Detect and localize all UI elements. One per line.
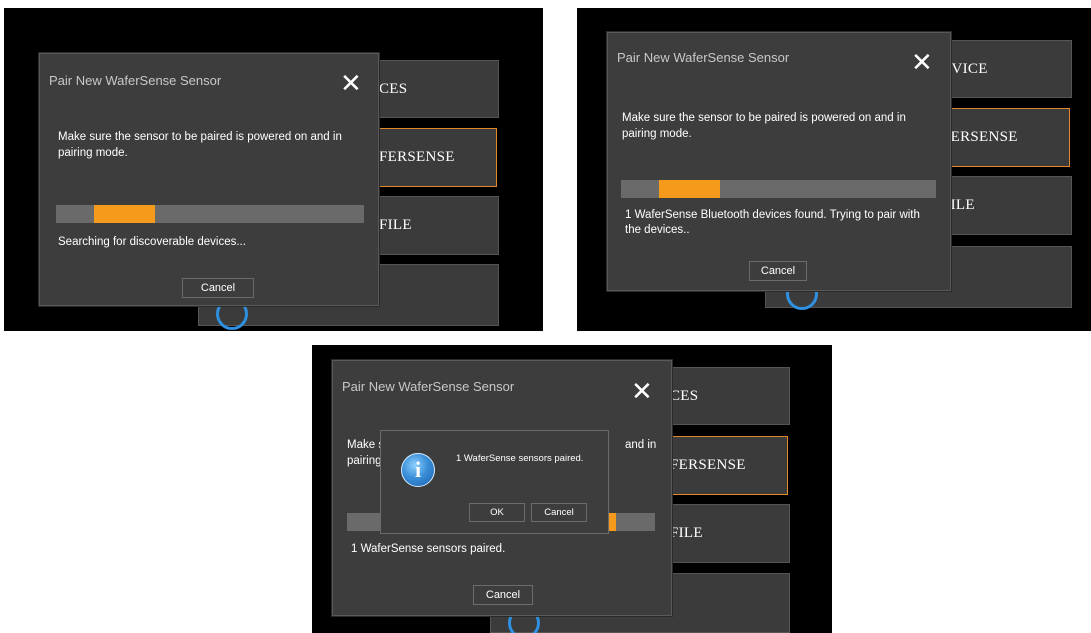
message-box-text: 1 WaferSense sensors paired.	[456, 453, 584, 464]
message-box-cancel-button[interactable]: Cancel	[531, 503, 587, 522]
ok-button[interactable]: OK	[469, 503, 525, 522]
dialog-message: Make sure the sensor to be paired is pow…	[622, 112, 906, 140]
dialog-message-line: pairing	[347, 455, 382, 467]
pairing-progress-bar	[56, 205, 364, 223]
dialog-status-text: Searching for discoverable devices...	[58, 236, 246, 248]
dialog-title: Pair New WaferSense Sensor	[342, 379, 515, 394]
dialog-status-text: 1 WaferSense sensors paired.	[351, 543, 506, 555]
dialog-status-text: 1 WaferSense Bluetooth devices found. Tr…	[625, 209, 920, 236]
dialog-message-right: and in	[625, 439, 657, 451]
background-menu-button-label: FILE	[670, 525, 703, 541]
screenshot-panel-paired: CES FERSENSE FILE Pair New WaferSense Se…	[312, 345, 832, 633]
background-menu-button-device[interactable]: EVICE	[935, 40, 1072, 98]
close-icon[interactable]: ✕	[911, 50, 933, 76]
background-menu-button-devices[interactable]: CES	[665, 367, 790, 425]
background-menu-button-wafersense[interactable]: FERSENSE	[665, 436, 788, 495]
background-menu-button-wafersense[interactable]: FERSENSE	[935, 108, 1070, 167]
background-menu-button-file[interactable]: FILE	[935, 176, 1072, 235]
background-menu-button-label: FERSENSE	[670, 457, 746, 473]
info-icon: i	[401, 453, 435, 487]
pairing-progress-fill	[659, 180, 720, 198]
close-icon[interactable]: ✕	[340, 71, 362, 97]
background-menu-button-label: FERSENSE	[942, 129, 1018, 145]
pair-sensor-dialog: Pair New WaferSense Sensor ✕ Make sure t…	[39, 53, 379, 306]
background-menu-button-label: CES	[379, 80, 408, 97]
dialog-title: Pair New WaferSense Sensor	[617, 50, 790, 65]
dialog-title: Pair New WaferSense Sensor	[49, 73, 222, 88]
pair-sensor-dialog: Pair New WaferSense Sensor ✕ Make sure t…	[607, 32, 951, 291]
background-menu-button-label: FERSENSE	[379, 149, 455, 165]
cancel-button[interactable]: Cancel	[182, 278, 254, 298]
background-menu-button-label: CES	[670, 387, 699, 404]
background-menu-button-wafersense[interactable]: FERSENSE	[374, 128, 497, 187]
pairing-progress-fill	[94, 205, 155, 223]
screenshot-panel-trying-to-pair: EVICE FERSENSE FILE Pair New WaferSense …	[577, 8, 1091, 331]
screenshot-panel-searching: CES FERSENSE FILE Pair New WaferSense Se…	[4, 8, 543, 331]
background-menu-button-file[interactable]: FILE	[665, 504, 790, 563]
cancel-button[interactable]: Cancel	[749, 261, 807, 281]
pairing-progress-bar	[621, 180, 936, 198]
background-menu-button-label: FILE	[379, 217, 412, 233]
background-menu-button-file[interactable]: FILE	[374, 196, 499, 255]
background-menu-button-devices[interactable]: CES	[374, 60, 499, 118]
info-message-box: i 1 WaferSense sensors paired. OK Cancel	[380, 430, 609, 534]
cancel-button[interactable]: Cancel	[473, 585, 533, 605]
close-icon[interactable]: ✕	[631, 379, 653, 405]
dialog-message-line: Make s	[347, 439, 385, 451]
dialog-message: Make sure the sensor to be paired is pow…	[58, 131, 342, 159]
